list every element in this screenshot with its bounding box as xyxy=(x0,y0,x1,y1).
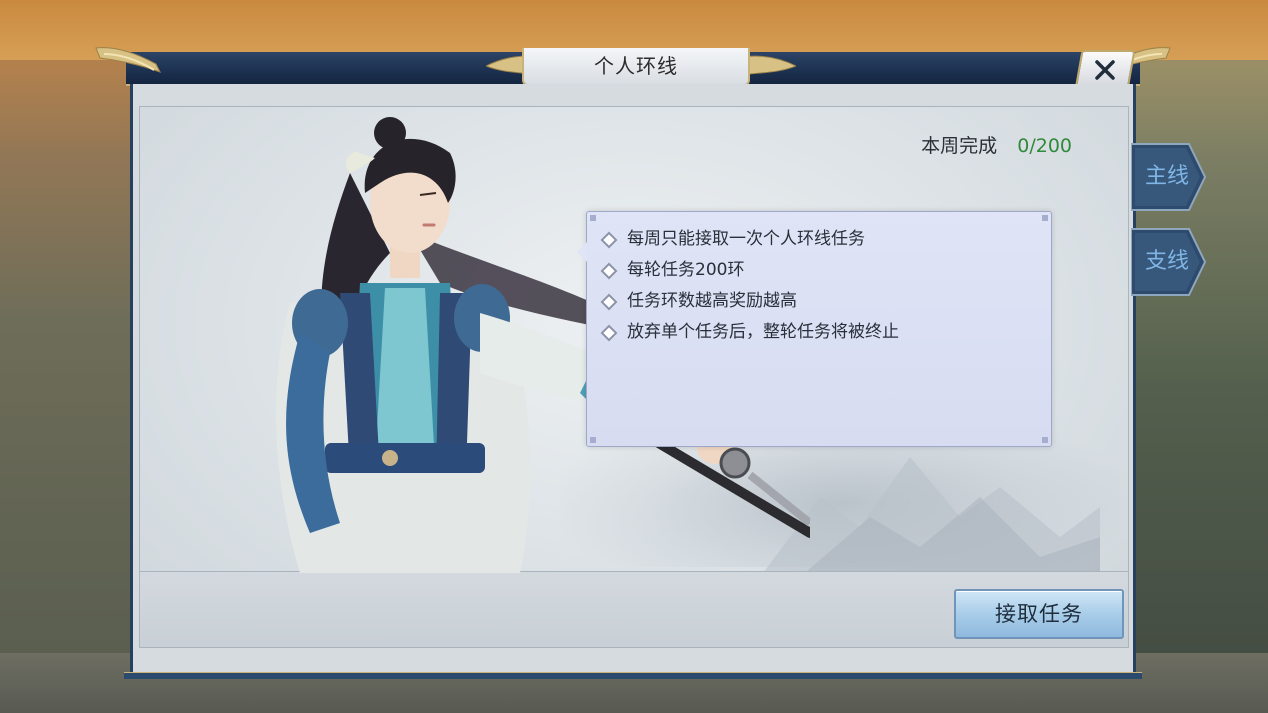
tab-main-label: 主线 xyxy=(1144,164,1189,189)
window-body: 本周完成 0/200 每周只能接取一次个人环线任务 每轮任务200环 任务环数越… xyxy=(130,84,1136,676)
tab-branch-quest[interactable]: 支线 xyxy=(1131,227,1207,297)
quest-window: 个人环线 本周完成 0/200 每周只能接取一次个人环线任务 每轮任务200环 … xyxy=(95,47,1171,678)
rule-text: 每轮任务200环 xyxy=(627,260,745,280)
rule-text: 放弃单个任务后，整轮任务将被终止 xyxy=(627,322,899,342)
weekly-progress-label: 本周完成 xyxy=(921,135,998,157)
left-corner-ornament xyxy=(95,47,162,73)
content-panel: 本周完成 0/200 每周只能接取一次个人环线任务 每轮任务200环 任务环数越… xyxy=(139,106,1129,648)
rule-text: 任务环数越高奖励越高 xyxy=(627,291,797,311)
window-bottom-edge xyxy=(124,672,1142,679)
diamond-icon xyxy=(600,231,618,248)
diamond-icon xyxy=(600,262,618,279)
rules-list: 每周只能接取一次个人环线任务 每轮任务200环 任务环数越高奖励越高 放弃单个任… xyxy=(587,212,1051,348)
rule-text: 每周只能接取一次个人环线任务 xyxy=(627,229,865,249)
rule-item: 每轮任务200环 xyxy=(600,255,1051,286)
background-left xyxy=(0,60,140,713)
window-title: 个人环线 xyxy=(522,48,750,86)
accept-quest-button[interactable]: 接取任务 xyxy=(954,589,1124,639)
corner-dot xyxy=(590,437,596,443)
rules-box: 每周只能接取一次个人环线任务 每轮任务200环 任务环数越高奖励越高 放弃单个任… xyxy=(577,211,1052,447)
rule-item: 每周只能接取一次个人环线任务 xyxy=(600,224,1051,255)
tab-branch-label: 支线 xyxy=(1144,249,1189,274)
tab-main-quest[interactable]: 主线 xyxy=(1131,142,1207,212)
rule-item: 放弃单个任务后，整轮任务将被终止 xyxy=(600,317,1051,348)
diamond-icon xyxy=(600,324,618,341)
corner-dot xyxy=(590,215,596,221)
weekly-progress-value: 0/200 xyxy=(1017,135,1072,157)
rule-item: 任务环数越高奖励越高 xyxy=(600,286,1051,317)
diamond-icon xyxy=(600,293,618,310)
mountain-silhouette xyxy=(760,457,1100,577)
corner-dot xyxy=(1042,215,1048,221)
close-icon xyxy=(1095,60,1115,80)
weekly-progress: 本周完成 0/200 xyxy=(921,131,1072,158)
corner-dot xyxy=(1042,437,1048,443)
